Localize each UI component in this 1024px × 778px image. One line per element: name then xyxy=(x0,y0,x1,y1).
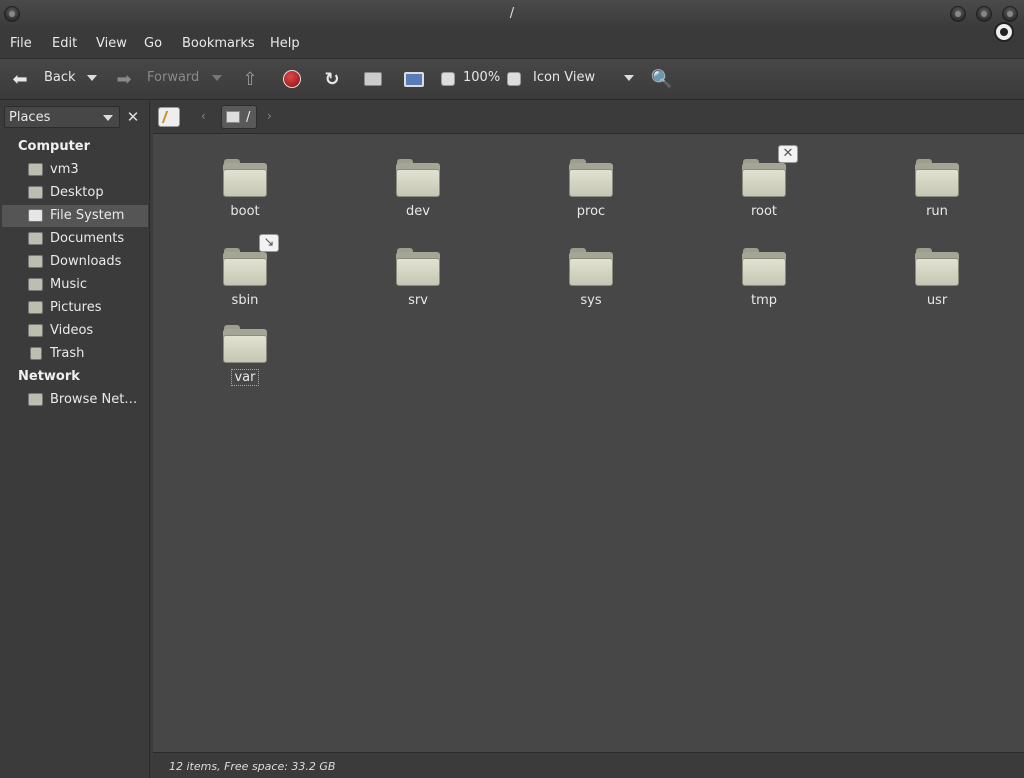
forward-button[interactable]: Forward xyxy=(147,70,199,85)
back-button[interactable]: Back xyxy=(44,70,76,85)
stop-icon xyxy=(283,70,301,88)
documents-folder-icon xyxy=(28,232,43,245)
folder-boot[interactable]: boot xyxy=(185,159,305,239)
menu-file[interactable]: File xyxy=(10,36,32,51)
sidebar-item-vm3[interactable]: vm3 xyxy=(2,159,148,181)
window-title: / xyxy=(509,6,515,21)
folder-root[interactable]: ✕ root xyxy=(704,145,824,239)
view-mode-dropdown-icon[interactable] xyxy=(624,75,634,81)
view-mode-select[interactable]: Icon View xyxy=(533,70,595,85)
drive-icon xyxy=(226,111,240,123)
folder-icon xyxy=(223,248,267,286)
up-arrow-icon[interactable]: ⇧ xyxy=(240,69,260,90)
icon-view[interactable]: boot dev proc ✕ root run ↘ sbin srv sys … xyxy=(153,134,1024,752)
title-bar: / xyxy=(0,0,1024,30)
zoom-level: 100% xyxy=(463,70,501,85)
drive-icon xyxy=(28,209,43,222)
folder-label: var xyxy=(231,369,259,386)
sidebar-item-documents[interactable]: Documents xyxy=(2,228,148,250)
zoom-out-icon[interactable] xyxy=(441,72,455,86)
places-selector[interactable]: Places xyxy=(4,106,120,128)
sidebar-item-pictures[interactable]: Pictures xyxy=(2,297,148,319)
folder-var[interactable]: var xyxy=(185,325,305,405)
side-pane: Places ✕ Computer vm3 Desktop File Syste… xyxy=(0,101,150,778)
status-text: 12 items, Free space: 33.2 GB xyxy=(169,760,336,773)
toolbar: ⬅ Back ➡ Forward ⇧ ↻ 100% Icon View 🔍 xyxy=(0,58,1024,100)
folder-icon xyxy=(569,248,613,286)
edit-location-icon[interactable] xyxy=(158,107,180,127)
home-icon xyxy=(28,163,43,176)
folder-run[interactable]: run xyxy=(877,159,997,239)
locked-icon: ✕ xyxy=(778,145,798,163)
places-selector-label: Places xyxy=(9,110,51,125)
forward-arrow-icon[interactable]: ➡ xyxy=(114,69,134,90)
menu-view[interactable]: View xyxy=(96,36,127,51)
home-folder-icon[interactable] xyxy=(363,69,383,89)
location-bar: ‹ / › xyxy=(153,101,1024,134)
path-left-arrow-icon[interactable]: ‹ xyxy=(201,109,206,123)
menu-go[interactable]: Go xyxy=(144,36,162,51)
folder-icon xyxy=(915,159,959,197)
breadcrumb[interactable]: / xyxy=(221,105,257,129)
sidebar-item-trash[interactable]: Trash xyxy=(2,343,148,365)
folder-sbin[interactable]: ↘ sbin xyxy=(185,234,305,328)
menu-edit[interactable]: Edit xyxy=(52,36,77,51)
sidebar-item-browse-network[interactable]: Browse Net… xyxy=(2,389,148,411)
folder-dev[interactable]: dev xyxy=(358,159,478,239)
sidebar-item-downloads[interactable]: Downloads xyxy=(2,251,148,273)
network-icon xyxy=(28,393,43,406)
section-computer: Computer xyxy=(18,139,91,154)
downloads-folder-icon xyxy=(28,255,43,268)
folder-icon xyxy=(396,159,440,197)
zoom-in-icon[interactable] xyxy=(507,72,521,86)
folder-icon xyxy=(396,248,440,286)
trash-icon xyxy=(30,347,42,360)
sidebar-item-desktop[interactable]: Desktop xyxy=(2,182,148,204)
folder-tmp[interactable]: tmp xyxy=(704,248,824,328)
status-bar: 12 items, Free space: 33.2 GB xyxy=(153,752,1024,778)
back-history-dropdown-icon[interactable] xyxy=(87,75,97,81)
section-network: Network xyxy=(18,369,80,384)
minimize-icon[interactable] xyxy=(950,6,966,22)
menu-help[interactable]: Help xyxy=(270,36,300,51)
menu-bookmarks[interactable]: Bookmarks xyxy=(182,36,255,51)
maximize-icon[interactable] xyxy=(976,6,992,22)
menu-bar: File Edit View Go Bookmarks Help xyxy=(0,30,1024,58)
folder-sys[interactable]: sys xyxy=(531,248,651,328)
desktop-icon xyxy=(28,186,43,199)
videos-folder-icon xyxy=(28,324,43,337)
path-right-arrow-icon[interactable]: › xyxy=(267,109,272,123)
pictures-folder-icon xyxy=(28,301,43,314)
search-icon[interactable]: 🔍 xyxy=(651,69,673,90)
folder-icon xyxy=(223,159,267,197)
folder-usr[interactable]: usr xyxy=(877,248,997,328)
folder-proc[interactable]: proc xyxy=(531,159,651,239)
stop-button[interactable] xyxy=(282,69,302,89)
computer-icon[interactable] xyxy=(404,69,424,89)
folder-icon xyxy=(569,159,613,197)
sidebar-item-videos[interactable]: Videos xyxy=(2,320,148,342)
chevron-down-icon xyxy=(103,115,113,121)
folder-icon xyxy=(742,248,786,286)
forward-history-dropdown-icon[interactable] xyxy=(212,75,222,81)
sidebar-item-file-system[interactable]: File System xyxy=(2,205,148,227)
sidebar-item-music[interactable]: Music xyxy=(2,274,148,296)
symlink-icon: ↘ xyxy=(259,234,279,252)
back-arrow-icon[interactable]: ⬅ xyxy=(10,69,30,90)
folder-srv[interactable]: srv xyxy=(358,248,478,328)
close-window-icon[interactable] xyxy=(1002,6,1018,22)
activity-spinner-icon xyxy=(994,22,1014,42)
reload-icon[interactable]: ↻ xyxy=(322,69,342,90)
folder-icon xyxy=(915,248,959,286)
folder-icon xyxy=(223,325,267,363)
close-icon[interactable]: ✕ xyxy=(122,106,144,128)
folder-icon xyxy=(742,159,786,197)
music-folder-icon xyxy=(28,278,43,291)
